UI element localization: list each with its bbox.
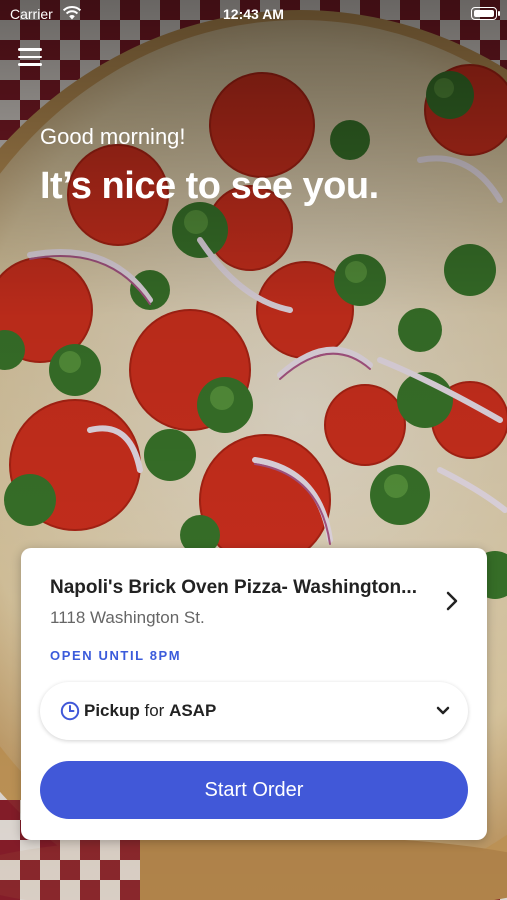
home-screen: Carrier 12:43 AM Good morning! It’s nice… (0, 0, 507, 900)
chevron-down-icon (436, 706, 450, 715)
greeting-text: Good morning! (40, 124, 186, 149)
start-order-button[interactable]: Start Order (40, 761, 468, 819)
clock-time: 12:43 AM (223, 6, 284, 22)
store-name-link[interactable]: Napoli's Brick Oven Pizza- Washington... (50, 577, 435, 599)
welcome-headline: It’s nice to see you. (40, 165, 379, 207)
order-mode-dropdown[interactable]: Pickup for ASAP (40, 682, 468, 740)
clock-icon (60, 701, 80, 721)
order-mode-time: ASAP (169, 701, 217, 720)
order-mode-connector: for (144, 701, 165, 720)
chevron-right-icon[interactable] (445, 590, 459, 612)
order-mode-label: Pickup for ASAP (84, 701, 216, 721)
menu-icon[interactable] (18, 48, 42, 68)
store-address: 1118 Washington St. (50, 608, 205, 627)
battery-icon (471, 7, 500, 20)
status-bar: Carrier 12:43 AM (0, 0, 507, 30)
order-mode-type: Pickup (84, 701, 140, 720)
store-card: Napoli's Brick Oven Pizza- Washington...… (21, 548, 487, 840)
store-hours-status: OPEN UNTIL 8PM (50, 648, 182, 663)
